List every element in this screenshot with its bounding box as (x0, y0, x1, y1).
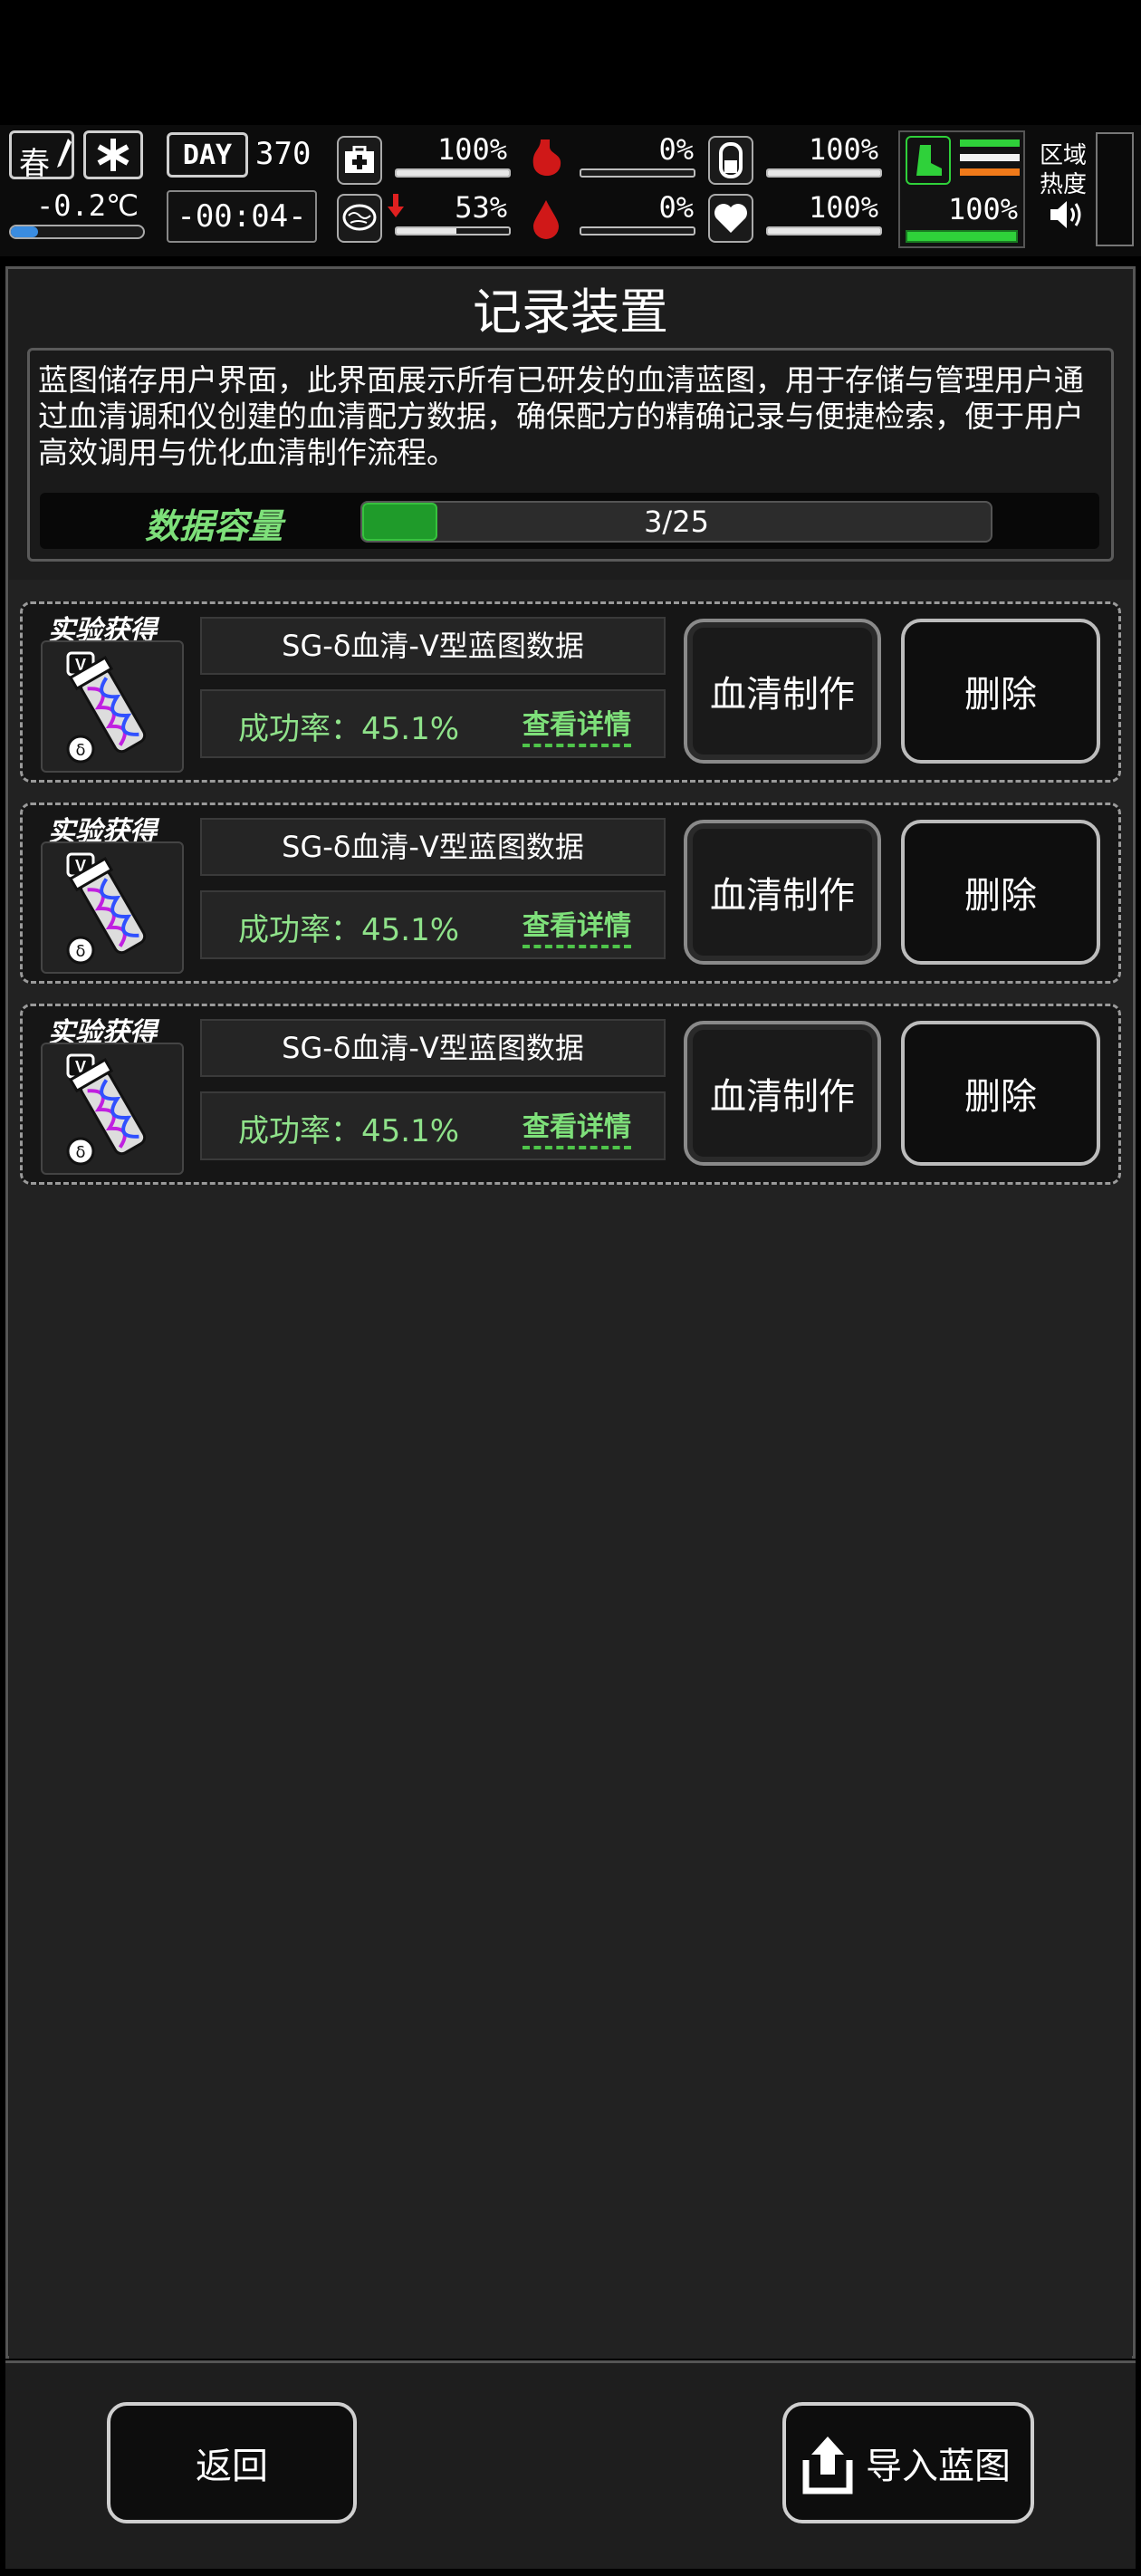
record-card: 实验获得 V δ SG-δ血清-V型蓝图数据 成功率：45.1% 查看详情 血清… (20, 803, 1121, 984)
record-name: SG-δ血清-V型蓝图数据 (200, 617, 666, 675)
import-blueprint-button[interactable]: 导入蓝图 (782, 2402, 1034, 2523)
capacity-count: 3/25 (644, 505, 709, 539)
delete-button[interactable]: 删除 (901, 820, 1100, 965)
capacity-label: 数据容量 (145, 506, 283, 546)
health-bar (395, 168, 511, 178)
snowflake-icon (97, 139, 129, 171)
blood-value: 0% (658, 190, 694, 225)
success-rate: 成功率：45.1% (238, 711, 460, 747)
record-card: 实验获得 V δ SG-δ血清-V型蓝图数据 成功率：45.1% 查看详情 血清… (20, 601, 1121, 783)
stamina-stripe (960, 168, 1020, 176)
serum-make-button[interactable]: 血清制作 (684, 820, 881, 965)
success-rate: 成功率：45.1% (238, 912, 460, 948)
record-rate-box: 成功率：45.1% 查看详情 (200, 890, 666, 959)
serum-blueprint-icon: V δ (41, 1043, 184, 1175)
settings-button[interactable] (83, 130, 143, 179)
feather-icon (57, 139, 72, 168)
svg-text:δ: δ (75, 741, 85, 760)
record-name: SG-δ血清-V型蓝图数据 (200, 1019, 666, 1077)
temperature-bar (9, 225, 145, 239)
stomach-icon (523, 132, 569, 187)
stamina-panel: 100% (898, 130, 1025, 248)
blood-drop-icon (523, 192, 569, 246)
upload-icon (802, 2437, 853, 2494)
view-details-link[interactable]: 查看详情 (523, 1104, 631, 1149)
heart-icon (708, 194, 753, 243)
mood-bar (766, 226, 882, 235)
stamina-bar (906, 230, 1018, 243)
view-details-link[interactable]: 查看详情 (523, 903, 631, 948)
bladder-bar (766, 168, 882, 178)
boot-icon (906, 136, 951, 185)
serum-blueprint-icon: V δ (41, 640, 184, 773)
view-details-link[interactable]: 查看详情 (523, 702, 631, 747)
season-label: 春 (19, 146, 50, 182)
speaker-icon[interactable] (1049, 199, 1085, 230)
svg-text:δ: δ (75, 942, 85, 961)
record-rate-box: 成功率：45.1% 查看详情 (200, 1091, 666, 1160)
hunger-value: 0% (658, 132, 694, 167)
season-box: 春 (9, 130, 74, 182)
serum-make-button[interactable]: 血清制作 (684, 1021, 881, 1166)
day-number: 370 (255, 136, 312, 172)
sanity-bar (395, 226, 511, 235)
blood-bar (580, 226, 695, 235)
description-text: 蓝图储存用户界面，此界面展示所有已研发的血清蓝图，用于存储与管理用户通过血清调和… (38, 362, 1084, 470)
brain-icon (337, 194, 382, 243)
record-card: 实验获得 V δ SG-δ血清-V型蓝图数据 成功率：45.1% 查看详情 血清… (20, 1004, 1121, 1185)
stamina-stripe (960, 139, 1020, 147)
health-value: 100% (436, 132, 507, 167)
status-hud: 春 -0.2℃ DAY 370 -00:04- 100% 0% 100% 53%… (0, 125, 1141, 256)
svg-text:δ: δ (75, 1143, 85, 1162)
delete-button[interactable]: 删除 (901, 1021, 1100, 1166)
record-name: SG-δ血清-V型蓝图数据 (200, 818, 666, 876)
day-badge: DAY (167, 132, 248, 178)
clock-label: -00:04- (177, 198, 307, 235)
stamina-stripe (960, 154, 1020, 161)
back-button[interactable]: 返回 (107, 2402, 357, 2523)
serum-blueprint-icon: V δ (41, 841, 184, 974)
clock-display: -00:04- (167, 190, 317, 243)
bladder-icon (708, 136, 753, 185)
sanity-value: 53% (455, 190, 507, 225)
region-heat-label: 区域热度 (1040, 142, 1088, 198)
region-heat-meter (1096, 132, 1134, 246)
medkit-icon (337, 136, 382, 185)
temperature-label: -0.2℃ (36, 188, 139, 223)
import-blueprint-label: 导入蓝图 (866, 2446, 1011, 2487)
delete-button[interactable]: 删除 (901, 619, 1100, 764)
serum-make-button[interactable]: 血清制作 (684, 619, 881, 764)
mood-value: 100% (808, 190, 878, 225)
record-rate-box: 成功率：45.1% 查看详情 (200, 689, 666, 758)
page-title: 记录装置 (473, 284, 668, 341)
day-label: DAY (182, 139, 233, 171)
success-rate: 成功率：45.1% (238, 1113, 460, 1149)
stamina-value: 100% (947, 192, 1018, 226)
hunger-bar (580, 168, 695, 178)
bladder-value: 100% (808, 132, 878, 167)
